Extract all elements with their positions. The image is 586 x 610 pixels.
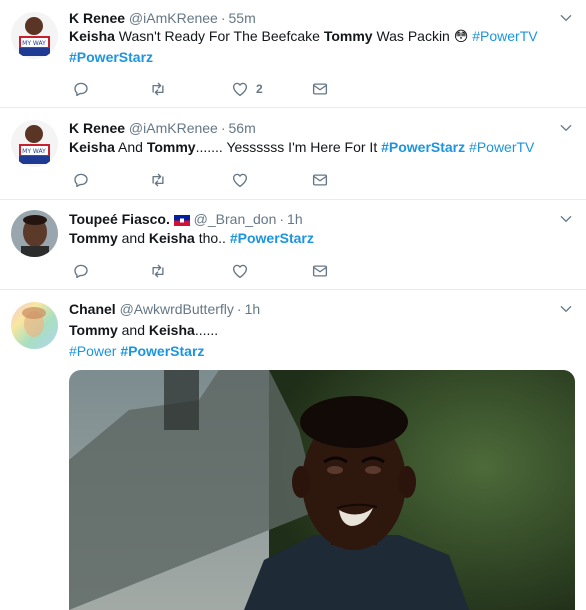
separator-dot: · (220, 120, 226, 136)
hashtag-link[interactable]: #PowerTV (469, 139, 534, 155)
user-handle[interactable]: @AwkwrdButterfly (120, 301, 234, 317)
svg-text:MY WAY: MY WAY (22, 40, 46, 47)
user-handle[interactable]: @iAmKRenee (129, 120, 218, 136)
caret-down-icon[interactable] (558, 211, 574, 227)
timestamp[interactable]: 55m (229, 10, 256, 26)
like-icon (231, 262, 249, 280)
dm-button[interactable] (311, 261, 329, 281)
caret-down-icon[interactable] (558, 120, 574, 136)
retweet-icon (149, 171, 167, 189)
avatar[interactable] (11, 302, 58, 349)
avatar[interactable]: MY WAY (11, 12, 58, 59)
retweet-button[interactable] (149, 261, 167, 281)
reply-button[interactable] (72, 170, 90, 190)
timestamp[interactable]: 1h (245, 301, 261, 317)
timestamp[interactable]: 56m (229, 120, 256, 136)
tweet-text-bold: Keisha (148, 230, 195, 246)
tweet-text: Keisha And Tommy....... Yessssss I'm Her… (69, 137, 534, 158)
display-name[interactable]: Toupeé Fiasco. (69, 211, 170, 227)
reply-button[interactable] (72, 261, 90, 281)
hashtag-link[interactable]: #PowerStarz (120, 343, 204, 359)
separator-dot: · (236, 301, 242, 317)
hashtag-link[interactable]: #PowerTV (472, 28, 537, 44)
hashtag-link[interactable]: #PowerStarz (69, 49, 153, 65)
user-handle[interactable]: @_Bran_don (194, 211, 277, 227)
tweet-text: Tommy and Keisha...... #Power #PowerStar… (69, 320, 218, 362)
caret-down-icon[interactable] (558, 301, 574, 317)
tweet-text-plain: Wasn't Ready For The Beefcake (114, 28, 324, 44)
tweet-text-bold: Tommy (69, 322, 118, 338)
tweet[interactable]: Toupeé Fiasco. @_Bran_don · 1h Tommy and K… (0, 200, 586, 290)
like-button[interactable] (231, 170, 249, 190)
like-icon (231, 80, 249, 98)
tweet-text-plain: and (117, 230, 149, 246)
hashtag-link[interactable]: #PowerStarz (381, 139, 465, 155)
tweet-text-bold: Tommy (69, 230, 118, 246)
caret-down-icon[interactable] (558, 10, 574, 26)
reply-icon (72, 262, 90, 280)
flushed-emoji: 😳 (453, 28, 469, 44)
svg-text:MY WAY: MY WAY (22, 148, 46, 155)
retweet-icon (149, 80, 167, 98)
separator-dot: · (279, 211, 285, 227)
dm-icon (311, 262, 329, 280)
like-count: 2 (256, 82, 263, 96)
tweet[interactable]: MY WAY K Renee @iAmKRenee · 55m Keisha Was… (0, 0, 586, 108)
gif-image[interactable] (69, 370, 575, 610)
tweet[interactable]: MY WAY K Renee @iAmKRenee · 56m Keisha And… (0, 108, 586, 200)
dm-icon (311, 80, 329, 98)
tweet-text-bold: Keisha (148, 322, 195, 338)
tweet-text-plain: tho.. (194, 230, 230, 246)
separator-dot: · (220, 10, 226, 26)
dm-icon (311, 171, 329, 189)
timestamp[interactable]: 1h (287, 211, 303, 227)
tweet-text-plain: ....... Yessssss I'm Here For It (195, 139, 382, 155)
user-handle[interactable]: @iAmKRenee (129, 10, 218, 26)
retweet-icon (149, 262, 167, 280)
tweet-text-plain: and (117, 322, 149, 338)
retweet-button[interactable] (149, 170, 167, 190)
display-name[interactable]: K Renee (69, 10, 125, 26)
tweet-text: Tommy and Keisha tho.. #PowerStarz (69, 228, 314, 249)
like-button[interactable]: 2 (231, 79, 263, 99)
tweet-text-plain: ...... (194, 322, 219, 338)
dm-button[interactable] (311, 79, 329, 99)
tweet-text-bold: Keisha (69, 139, 115, 155)
tweet-text: Keisha Wasn't Ready For The Beefcake Tom… (69, 26, 538, 68)
display-name[interactable]: K Renee (69, 120, 125, 136)
avatar[interactable] (11, 210, 58, 257)
hashtag-link[interactable]: #Power (69, 343, 116, 359)
display-name[interactable]: Chanel (69, 301, 116, 317)
haiti-flag-icon (173, 212, 190, 226)
tweet-text-plain: And (114, 139, 147, 155)
like-icon (231, 171, 249, 189)
reply-button[interactable] (72, 79, 90, 99)
tweet-text-bold: Keisha (69, 28, 115, 44)
reply-icon (72, 171, 90, 189)
tweet-text-bold: Tommy (146, 139, 196, 155)
dm-button[interactable] (311, 170, 329, 190)
avatar[interactable]: MY WAY (11, 120, 58, 167)
tweet-text-plain: Was Packin (372, 28, 454, 44)
reply-icon (72, 80, 90, 98)
tweet-text-bold: Tommy (323, 28, 373, 44)
like-button[interactable] (231, 261, 249, 281)
retweet-button[interactable] (149, 79, 167, 99)
hashtag-link[interactable]: #PowerStarz (230, 230, 314, 246)
